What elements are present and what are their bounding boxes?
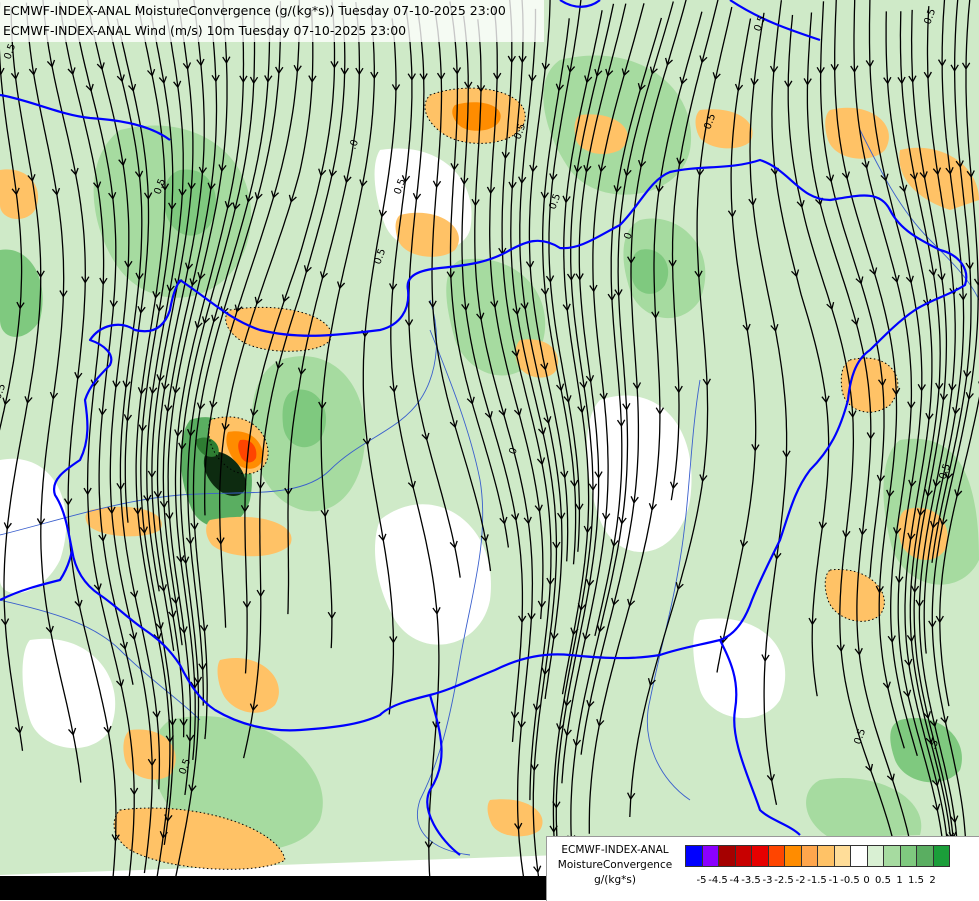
- map-title-line2: ECMWF-INDEX-ANAL Wind (m/s) 10m Tuesday …: [3, 21, 544, 41]
- legend-swatch: [817, 845, 835, 867]
- legend-swatch: [702, 845, 720, 867]
- legend-swatch: [751, 845, 769, 867]
- legend-swatch: [933, 845, 951, 867]
- legend-tick-label: 2: [929, 875, 935, 886]
- legend-swatch: [900, 845, 918, 867]
- legend-swatch: [685, 845, 703, 867]
- legend-swatch: [834, 845, 852, 867]
- legend-variable: MoistureConvergence: [551, 858, 679, 873]
- legend-tick-label: -2: [796, 875, 806, 886]
- legend-swatch: [850, 845, 868, 867]
- map-canvas: 0.50.50.50.50.500.500.5.00.50.50.5.50.50…: [0, 0, 979, 900]
- legend-tick-label: -1.5: [807, 875, 827, 886]
- legend-swatch: [784, 845, 802, 867]
- map-title-line1: ECMWF-INDEX-ANAL MoistureConvergence (g/…: [3, 1, 544, 21]
- legend-label: ECMWF-INDEX-ANAL MoistureConvergence g/(…: [551, 843, 679, 888]
- legend-unit: g/(kg*s): [551, 873, 679, 888]
- legend-swatch: [801, 845, 819, 867]
- legend-tick-label: 0: [863, 875, 869, 886]
- legend-swatch: [768, 845, 786, 867]
- legend-tick-label: -4: [730, 875, 740, 886]
- legend-tick-label: -4.5: [708, 875, 728, 886]
- no-data-strip: [0, 876, 546, 900]
- legend-model: ECMWF-INDEX-ANAL: [551, 843, 679, 858]
- legend-tick-label: -1: [829, 875, 839, 886]
- legend-swatches: [685, 845, 949, 867]
- legend-swatch: [718, 845, 736, 867]
- legend-tick-label: -3.5: [741, 875, 761, 886]
- legend-swatch: [883, 845, 901, 867]
- colorbar-legend: ECMWF-INDEX-ANAL MoistureConvergence g/(…: [546, 836, 979, 901]
- legend-swatch: [735, 845, 753, 867]
- legend-tick-label: -5: [697, 875, 707, 886]
- legend-swatch: [867, 845, 885, 867]
- legend-tick-label: 0.5: [875, 875, 891, 886]
- legend-ticks: -5-4.5-4-3.5-3-2.5-2-1.5-1-0.50 0.5 1 1.5 2: [685, 875, 977, 889]
- legend-tick-label: -2.5: [774, 875, 794, 886]
- legend-swatch: [916, 845, 934, 867]
- legend-tick-label: -3: [763, 875, 773, 886]
- legend-tick-label: 1: [896, 875, 902, 886]
- moisture-convergence-shading: [0, 0, 979, 875]
- legend-tick-label: -0.5: [840, 875, 860, 886]
- map-title: ECMWF-INDEX-ANAL MoistureConvergence (g/…: [0, 0, 544, 42]
- legend-tick-label: 1.5: [908, 875, 924, 886]
